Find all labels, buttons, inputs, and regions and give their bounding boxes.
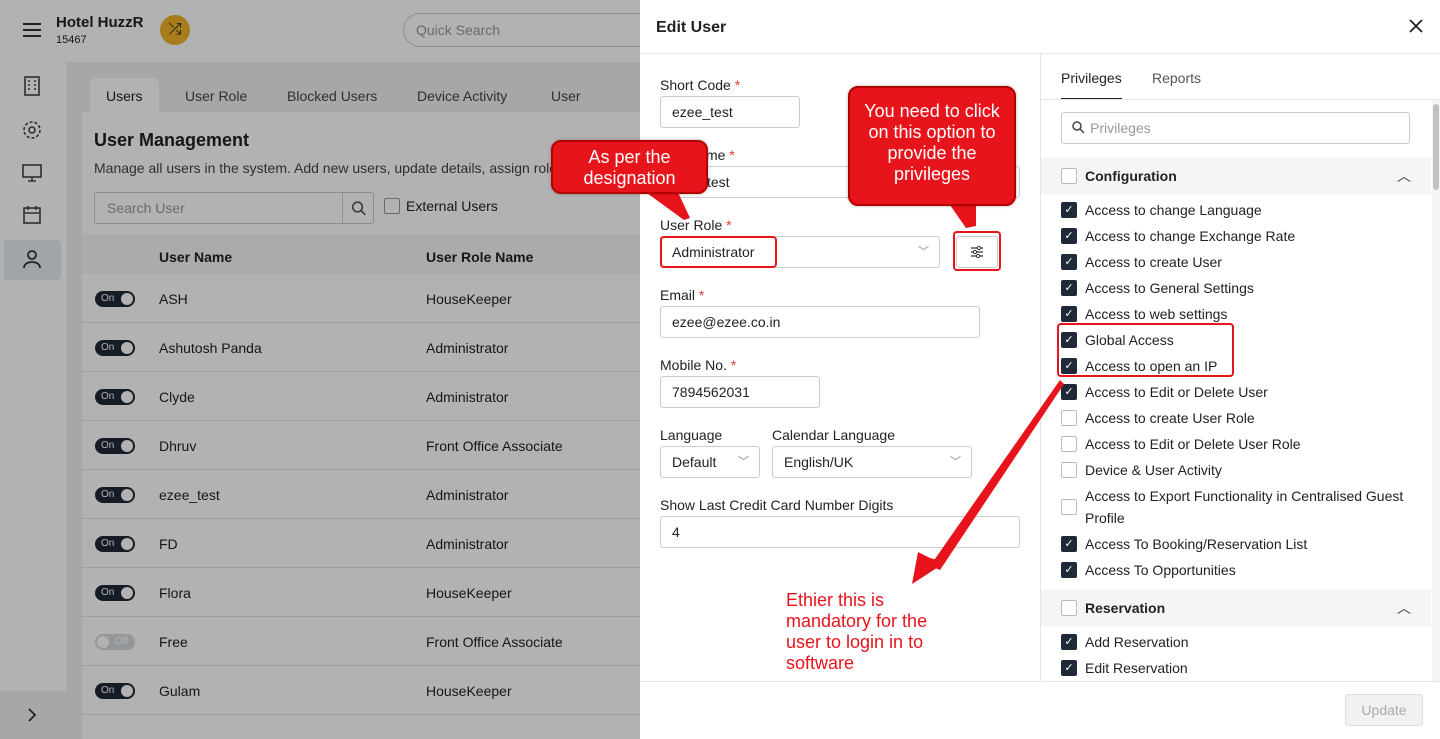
language-value: Default <box>672 454 717 470</box>
section-configuration[interactable]: Configuration ︿ <box>1041 157 1431 195</box>
user-role-highlight <box>660 236 777 268</box>
mandatory-note-line: software <box>786 653 855 673</box>
mandatory-note-line: user to login in to <box>786 632 924 652</box>
mandatory-note-line: mandatory for the <box>786 611 928 631</box>
settings-button-highlight <box>953 231 1001 271</box>
privilege-label: Access to Export Functionality in Centra… <box>1085 488 1404 504</box>
privilege-checkbox[interactable]: ✓ <box>1061 634 1077 650</box>
email-input[interactable]: ezee@ezee.co.in <box>660 306 980 338</box>
privilege-checkbox[interactable] <box>1061 499 1077 515</box>
language-label: Language <box>660 427 723 443</box>
privilege-checkbox[interactable]: ✓ <box>1061 254 1077 270</box>
footer-divider <box>640 681 1440 682</box>
chevron-up-icon[interactable]: ︿ <box>1397 166 1411 186</box>
designation-callout-line: designation <box>583 168 676 188</box>
email-label: Email * <box>660 287 705 303</box>
section-reservation[interactable]: Reservation ︿ <box>1041 589 1431 627</box>
language-select[interactable]: Default ﹀ <box>660 446 760 478</box>
designation-callout: As per the designation <box>551 140 708 194</box>
calendar-language-label: Calendar Language <box>772 427 895 443</box>
privilege-label: Access to create User Role <box>1085 410 1255 426</box>
update-button[interactable]: Update <box>1345 694 1423 726</box>
section-title: Reservation <box>1085 600 1166 616</box>
privilege-checkbox[interactable] <box>1061 462 1077 478</box>
chevron-down-icon: ﹀ <box>950 456 961 468</box>
privilege-label: Access to Edit or Delete User <box>1085 384 1268 400</box>
cc-digits-label: Show Last Credit Card Number Digits <box>660 497 894 513</box>
privilege-checkbox[interactable]: ✓ <box>1061 228 1077 244</box>
privilege-label: Access To Booking/Reservation List <box>1085 536 1308 552</box>
click-option-callout: You need to click on this option to prov… <box>848 86 1016 206</box>
privilege-label: Access To Opportunities <box>1085 562 1236 578</box>
privilege-checkbox[interactable]: ✓ <box>1061 562 1077 578</box>
mobile-input[interactable]: 7894562031 <box>660 376 820 408</box>
search-icon <box>1072 121 1085 134</box>
designation-callout-line: As per the <box>588 147 671 167</box>
mobile-label: Mobile No. * <box>660 357 737 373</box>
privilege-label: Edit Reservation <box>1085 660 1188 676</box>
privilege-label: Access to Edit or Delete User Role <box>1085 436 1301 452</box>
short-code-input[interactable]: ezee_test <box>660 96 800 128</box>
modal-overlay[interactable] <box>0 0 640 739</box>
privilege-label: Access to General Settings <box>1085 280 1254 296</box>
close-icon[interactable] <box>1407 17 1425 35</box>
privilege-label: Access to create User <box>1085 254 1222 270</box>
global-access-highlight <box>1057 323 1234 377</box>
drawer-title: Edit User <box>656 19 727 36</box>
privilege-label: Access to change Language <box>1085 202 1262 218</box>
click-option-callout-line: provide the <box>887 143 977 163</box>
privilege-checkbox[interactable] <box>1061 436 1077 452</box>
privilege-label-line2: Profile <box>1085 510 1125 526</box>
section-checkbox[interactable] <box>1061 600 1077 616</box>
calendar-language-select[interactable]: English/UK ﹀ <box>772 446 972 478</box>
privilege-label: Add Reservation <box>1085 634 1189 650</box>
tab-privileges[interactable]: Privileges <box>1061 70 1122 100</box>
section-checkbox[interactable] <box>1061 168 1077 184</box>
short-code-label: Short Code * <box>660 77 741 93</box>
privilege-checkbox[interactable]: ✓ <box>1061 384 1077 400</box>
privilege-label: Device & User Activity <box>1085 462 1222 478</box>
user-name-label: me * <box>706 147 735 163</box>
click-option-callout-line: You need to click <box>864 101 1000 121</box>
calendar-language-value: English/UK <box>784 454 854 470</box>
privilege-checkbox[interactable] <box>1061 410 1077 426</box>
user-role-label: User Role * <box>660 217 732 233</box>
privilege-label: Access to change Exchange Rate <box>1085 228 1296 244</box>
privilege-label: Access to web settings <box>1085 306 1228 322</box>
scroll-thumb[interactable] <box>1433 104 1439 190</box>
privilege-checkbox[interactable]: ✓ <box>1061 536 1077 552</box>
pane-divider <box>1040 54 1041 681</box>
section-title: Configuration <box>1085 168 1177 184</box>
privilege-checkbox[interactable]: ✓ <box>1061 306 1077 322</box>
chevron-down-icon: ﹀ <box>918 246 929 258</box>
tab-reports[interactable]: Reports <box>1152 70 1201 86</box>
cc-digits-input[interactable]: 4 <box>660 516 1020 548</box>
chevron-down-icon: ﹀ <box>738 456 749 468</box>
click-option-callout-line: on this option to <box>868 122 996 142</box>
mandatory-note: Ethier this is mandatory for the user to… <box>786 590 927 674</box>
mandatory-note-line: Ethier this is <box>786 590 885 610</box>
privilege-checkbox[interactable]: ✓ <box>1061 202 1077 218</box>
click-option-callout-line: privileges <box>893 164 971 184</box>
privilege-checkbox[interactable]: ✓ <box>1061 660 1077 676</box>
privileges-search-input[interactable]: Privileges <box>1061 112 1410 144</box>
chevron-up-icon[interactable]: ︿ <box>1397 598 1411 618</box>
privilege-checkbox[interactable]: ✓ <box>1061 280 1077 296</box>
tabs-divider <box>1041 99 1440 100</box>
